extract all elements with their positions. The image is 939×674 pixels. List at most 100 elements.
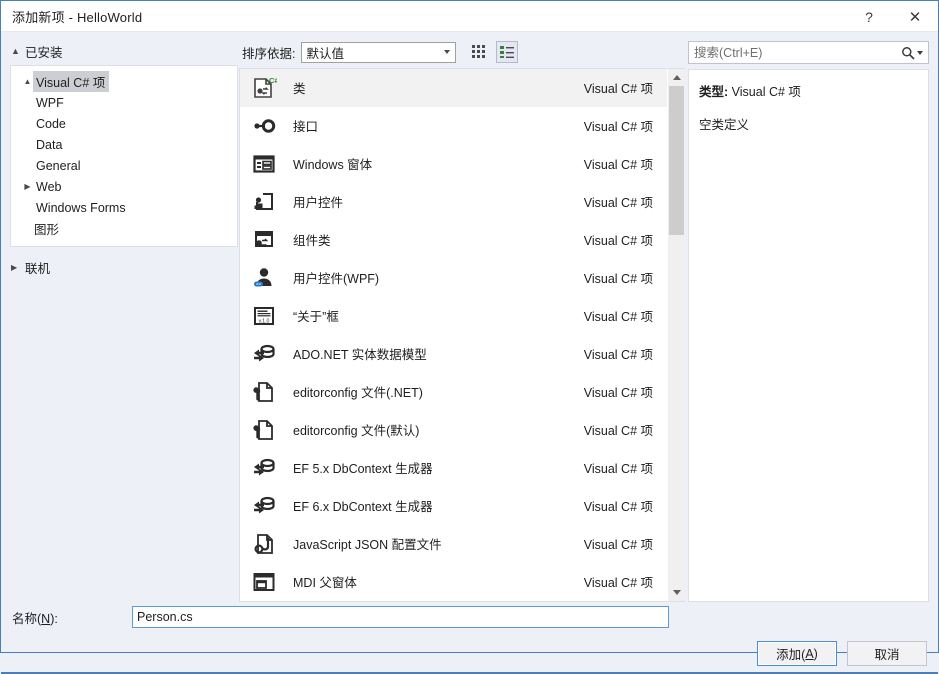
- list-scrollbar[interactable]: [667, 69, 685, 601]
- add-button[interactable]: 添加(A): [757, 641, 837, 666]
- list-item-ef6-dbcontext-generator[interactable]: EF 6.x DbContext 生成器 Visual C# 项: [240, 487, 667, 525]
- tree-item-general[interactable]: General: [11, 155, 237, 176]
- tree-item-graphics[interactable]: 图形: [11, 218, 237, 239]
- list-item-kind: Visual C# 项: [583, 500, 653, 514]
- dialog-buttons: 添加(A) 取消: [757, 641, 927, 666]
- chevron-down-icon: [672, 590, 681, 595]
- tree-item-label: Code: [36, 116, 66, 131]
- list-item-ef5-dbcontext-generator[interactable]: EF 5.x DbContext 生成器 Visual C# 项: [240, 449, 667, 487]
- sort-by-label: 排序依据:: [242, 46, 296, 61]
- list-item-kind: Visual C# 项: [583, 82, 653, 96]
- chevron-down-icon: [444, 50, 451, 54]
- list-item-kind: Visual C# 项: [583, 538, 653, 552]
- online-group-header[interactable]: ▶ 联机: [10, 256, 239, 278]
- tree-item-code[interactable]: Code: [11, 113, 237, 134]
- title-bar: 添加新项 - HelloWorld ? ✕: [1, 1, 938, 32]
- chevron-right-icon: ▶: [11, 262, 18, 272]
- name-input[interactable]: [132, 606, 669, 628]
- list-item-editorconfig-net[interactable]: editorconfig 文件(.NET) Visual C# 项: [240, 373, 667, 411]
- category-tree: ▲ Visual C# 项 WPF Code Data General ▶ We: [10, 65, 238, 247]
- scrollbar-thumb[interactable]: [669, 86, 684, 236]
- list-item-user-control-wpf[interactable]: <> 用户控件(WPF) Visual C# 项: [240, 259, 667, 297]
- list-item-name: editorconfig 文件(默认): [293, 424, 420, 438]
- interface-icon: [248, 110, 280, 142]
- list-item-component-class[interactable]: 组件类 Visual C# 项: [240, 221, 667, 259]
- tree-item-web[interactable]: ▶ Web: [11, 176, 237, 197]
- list-view-icon: [500, 46, 515, 58]
- detail-type-row: 类型: Visual C# 项: [699, 81, 918, 100]
- scroll-up-button[interactable]: [668, 69, 685, 86]
- tree-item-label: 图形: [34, 223, 60, 237]
- list-item-name: 接口: [293, 120, 319, 134]
- list-item-kind: Visual C# 项: [583, 348, 653, 362]
- scroll-down-button[interactable]: [668, 584, 685, 601]
- editorconfig-file-icon: [248, 376, 280, 408]
- tree-item-label: Data: [36, 137, 63, 152]
- search-input[interactable]: [689, 45, 901, 60]
- add-new-item-dialog: 添加新项 - HelloWorld ? ✕ ▲ 已安装 ▲ Visual C# …: [0, 0, 939, 674]
- ado-entity-model-icon: [248, 338, 280, 370]
- cancel-button[interactable]: 取消: [847, 641, 927, 666]
- categories-panel: ▲ 已安装 ▲ Visual C# 项 WPF Code Data Genera…: [1, 32, 239, 602]
- list-item-name: EF 6.x DbContext 生成器: [293, 500, 433, 514]
- detail-type-label: 类型:: [699, 85, 729, 99]
- medium-icons-view-button[interactable]: [468, 41, 490, 63]
- list-item-name: 用户控件(WPF): [293, 272, 380, 286]
- view-mode-buttons: [468, 41, 519, 63]
- list-item-javascript-json-config[interactable]: JavaScript JSON 配置文件 Visual C# 项: [240, 525, 667, 563]
- chevron-right-icon[interactable]: ▶: [21, 182, 34, 191]
- tree-item-windows-forms[interactable]: Windows Forms: [11, 197, 237, 218]
- list-item-kind: Visual C# 项: [583, 462, 653, 476]
- list-item-kind: Visual C# 项: [583, 424, 653, 438]
- list-item-name: JavaScript JSON 配置文件: [293, 538, 442, 552]
- help-button[interactable]: ?: [846, 1, 892, 32]
- search-box[interactable]: [688, 41, 929, 64]
- list-item-windows-form[interactable]: Windows 窗体 Visual C# 项: [240, 145, 667, 183]
- close-button[interactable]: ✕: [892, 1, 938, 32]
- component-class-icon: [248, 224, 280, 256]
- svg-text:C#: C#: [269, 76, 277, 85]
- list-item-class[interactable]: C# 类 Visual C# 项: [240, 69, 667, 107]
- editorconfig-file-icon: [248, 414, 280, 446]
- template-list-container: C# 类 Visual C# 项: [239, 68, 685, 602]
- list-item-name: EF 5.x DbContext 生成器: [293, 462, 433, 476]
- search-icon: [902, 46, 915, 60]
- tree-item-visual-csharp[interactable]: ▲ Visual C# 项: [11, 71, 237, 92]
- chevron-down-icon[interactable]: [917, 50, 923, 55]
- chevron-up-icon: [672, 75, 681, 80]
- scrollbar-track[interactable]: [668, 86, 685, 584]
- list-item-ado-net-entity-data-model[interactable]: ADO.NET 实体数据模型 Visual C# 项: [240, 335, 667, 373]
- list-item-about-box[interactable]: v.1.0 “关于”框 Visual C# 项: [240, 297, 667, 335]
- list-item-editorconfig-default[interactable]: editorconfig 文件(默认) Visual C# 项: [240, 411, 667, 449]
- item-details: 类型: Visual C# 项 空类定义: [688, 69, 929, 602]
- list-item-name: ADO.NET 实体数据模型: [293, 348, 427, 362]
- question-mark-icon: ?: [865, 8, 873, 25]
- tree-item-label: General: [36, 158, 81, 173]
- installed-group-header[interactable]: ▲ 已安装: [10, 41, 239, 61]
- template-list: C# 类 Visual C# 项: [240, 69, 667, 601]
- tree-item-label: Windows Forms: [36, 200, 126, 215]
- search-adornments: [901, 46, 928, 60]
- tree-item-data[interactable]: Data: [11, 134, 237, 155]
- list-item-kind: Visual C# 项: [583, 576, 653, 590]
- list-item-kind: Visual C# 项: [583, 158, 653, 172]
- sort-by-dropdown[interactable]: 默认值: [301, 41, 457, 63]
- list-item-user-control[interactable]: 用户控件 Visual C# 项: [240, 183, 667, 221]
- svg-text:<>: <>: [256, 281, 262, 286]
- ado-entity-model-icon: [248, 452, 280, 484]
- details-view-button[interactable]: [496, 41, 519, 63]
- list-item-kind: Visual C# 项: [583, 386, 653, 400]
- list-item-kind: Visual C# 项: [583, 234, 653, 248]
- list-item-kind: Visual C# 项: [583, 196, 653, 210]
- list-item-mdi-parent-form[interactable]: MDI 父窗体 Visual C# 项: [240, 563, 667, 601]
- list-item-interface[interactable]: 接口 Visual C# 项: [240, 107, 667, 145]
- tree-item-label: WPF: [36, 95, 64, 110]
- tree-item-label: Web: [36, 179, 62, 194]
- mdi-parent-form-icon: [248, 566, 280, 598]
- svg-text:v.1.0: v.1.0: [259, 318, 270, 324]
- tree-item-wpf[interactable]: WPF: [11, 92, 237, 113]
- sort-by-value: 默认值: [306, 46, 344, 61]
- list-item-name: 组件类: [293, 234, 331, 248]
- name-row: 名称(N):: [1, 602, 938, 629]
- detail-type-value: Visual C# 项: [731, 85, 801, 99]
